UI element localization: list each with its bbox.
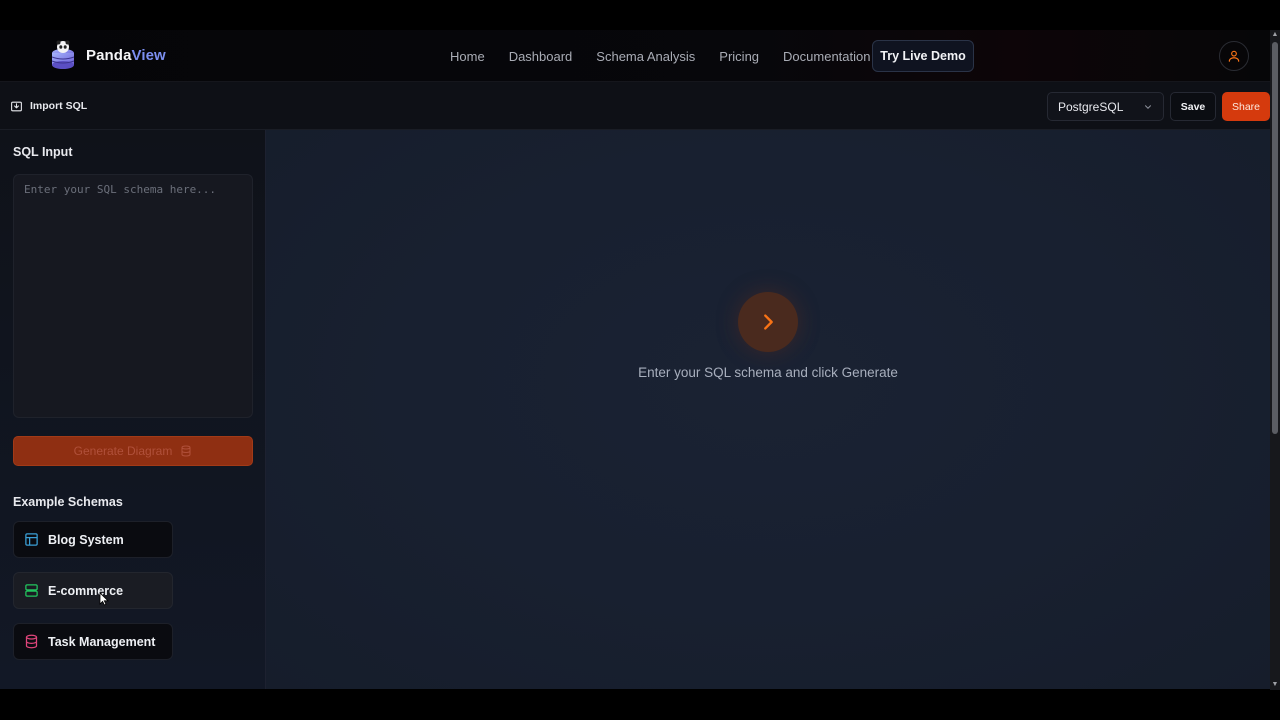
nav-pricing[interactable]: Pricing	[719, 49, 759, 64]
server-icon	[25, 584, 38, 597]
user-icon	[1228, 50, 1240, 62]
database-select-value: PostgreSQL	[1058, 99, 1124, 114]
database-icon	[181, 445, 191, 457]
layout-icon	[25, 533, 38, 546]
bottom-letterbox	[0, 690, 1280, 720]
diagram-canvas[interactable]: Enter your SQL schema and click Generate	[266, 130, 1270, 689]
chevron-right-icon	[764, 314, 773, 330]
scroll-down-arrow-icon[interactable]: ▼	[1271, 681, 1279, 689]
nav-documentation[interactable]: Documentation	[783, 49, 870, 64]
import-sql-button[interactable]: Import SQL	[10, 82, 87, 130]
generate-diagram-label: Generate Diagram	[73, 444, 173, 458]
nav-home[interactable]: Home	[450, 49, 485, 64]
panda-logo-icon	[50, 40, 76, 70]
sql-input-title: SQL Input	[13, 145, 73, 159]
example-task-management[interactable]: Task Management	[13, 623, 173, 660]
generate-diagram-button[interactable]: Generate Diagram	[13, 436, 253, 466]
page-scrollbar[interactable]: ▲ ▼	[1270, 30, 1280, 690]
brand-name-main: Panda	[86, 46, 132, 64]
editor-toolbar: Import SQL PostgreSQL Save Share	[0, 82, 1270, 130]
top-letterbox	[0, 0, 1280, 30]
brand-name-accent: View	[131, 46, 166, 64]
share-button[interactable]: Share	[1222, 92, 1270, 121]
nav-dashboard[interactable]: Dashboard	[509, 49, 573, 64]
database-icon	[25, 634, 38, 649]
empty-state-message: Enter your SQL schema and click Generate	[638, 365, 898, 380]
empty-state-badge	[738, 292, 798, 352]
example-e-commerce[interactable]: E-commerce	[13, 572, 173, 609]
sidebar: SQL Input Generate Diagram Example Schem…	[0, 130, 266, 689]
chevron-down-icon	[1144, 104, 1152, 109]
nav-schema-analysis[interactable]: Schema Analysis	[596, 49, 695, 64]
scroll-up-arrow-icon[interactable]: ▲	[1271, 31, 1279, 39]
example-blog-system[interactable]: Blog System	[13, 521, 173, 558]
mouse-cursor-icon	[99, 592, 109, 611]
example-label: Task Management	[48, 634, 156, 649]
scrollbar-thumb[interactable]	[1272, 42, 1278, 434]
user-menu-button[interactable]	[1219, 41, 1249, 71]
example-schemas-title: Example Schemas	[13, 495, 123, 509]
database-select[interactable]: PostgreSQL	[1047, 92, 1164, 121]
navbar: PandaView Home Dashboard Schema Analysis…	[0, 30, 1270, 82]
example-label: E-commerce	[48, 583, 124, 598]
example-label: Blog System	[48, 532, 124, 547]
sql-input-field[interactable]	[13, 174, 253, 418]
brand-name: PandaView	[86, 47, 166, 64]
import-sql-label: Import SQL	[30, 100, 88, 112]
logo[interactable]: PandaView	[50, 40, 166, 70]
save-button[interactable]: Save	[1170, 92, 1216, 121]
import-icon	[11, 101, 22, 111]
main-nav: Home Dashboard Schema Analysis Pricing D…	[450, 30, 895, 82]
try-live-demo-button[interactable]: Try Live Demo	[872, 40, 974, 72]
